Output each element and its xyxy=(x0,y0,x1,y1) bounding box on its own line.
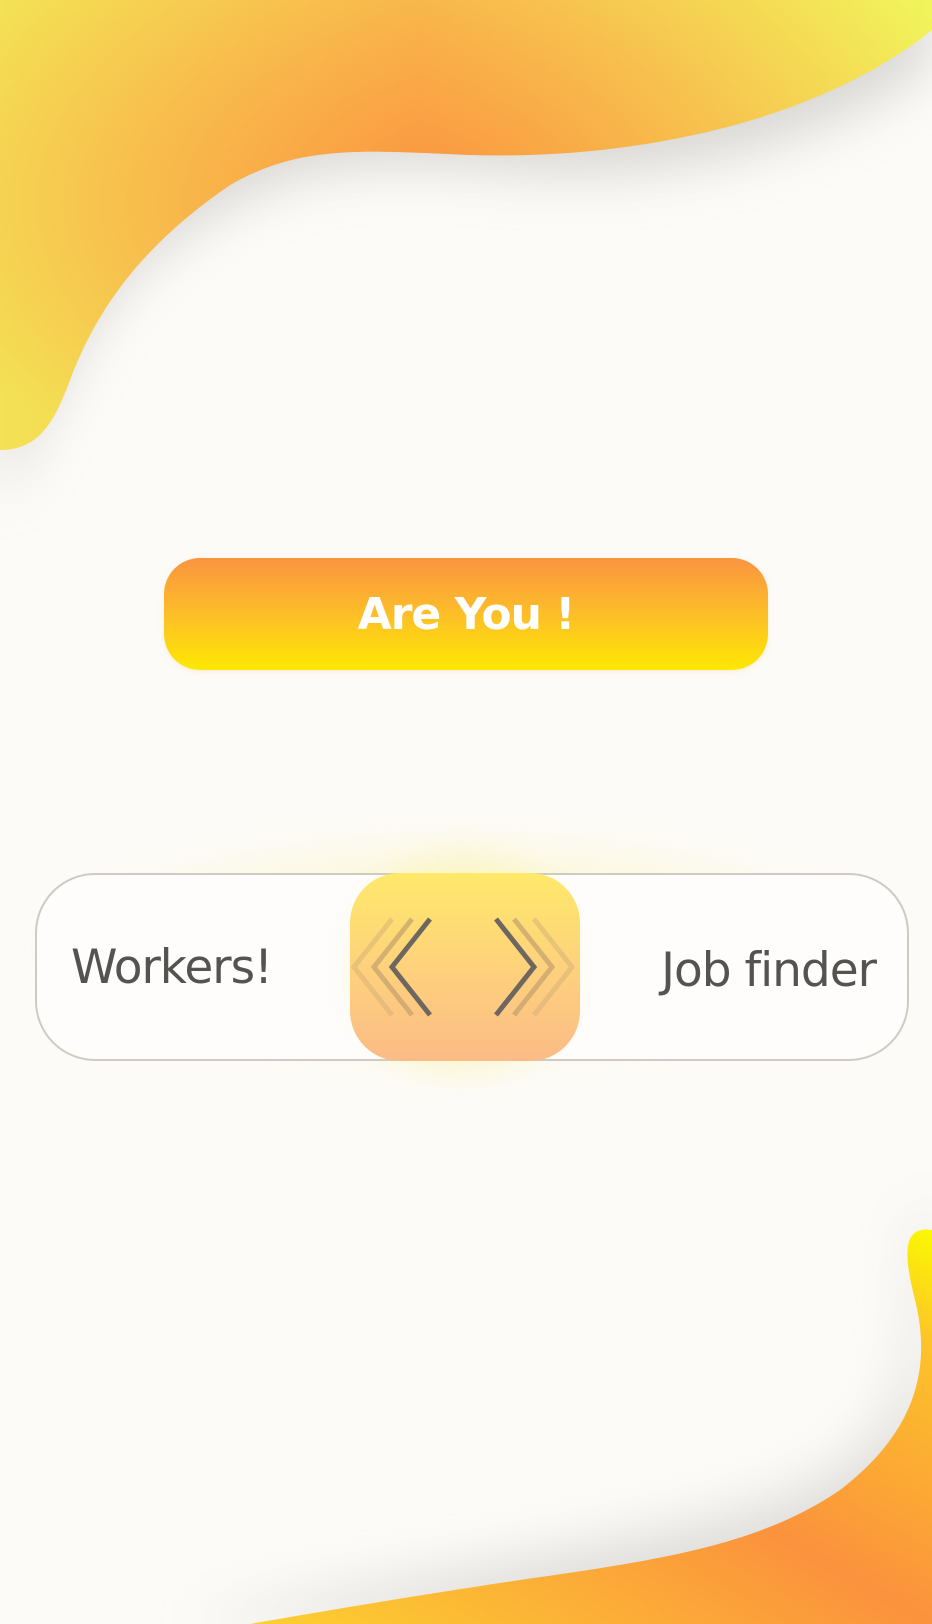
page-title: Are You ! xyxy=(357,588,576,640)
background-waves xyxy=(0,0,932,1624)
chevrons-left-icon xyxy=(350,917,432,1017)
chevrons-right-icon xyxy=(494,917,576,1017)
option-workers-label[interactable]: Workers! xyxy=(71,940,273,995)
slider-handle[interactable] xyxy=(350,873,580,1061)
are-you-title-button: Are You ! xyxy=(164,558,768,670)
option-job-finder-label[interactable]: Job finder xyxy=(661,943,877,998)
